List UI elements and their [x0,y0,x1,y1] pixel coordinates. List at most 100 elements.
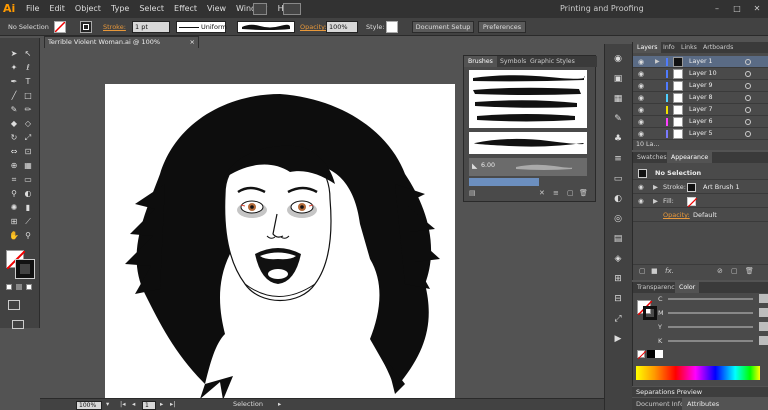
gradient-tool-icon[interactable]: ▭ [22,174,34,186]
eye-icon[interactable]: ◉ [638,56,644,68]
appearance-stroke-row[interactable]: ◉ ▶ Stroke: Art Brush 1 [633,180,768,194]
hand-tool-icon[interactable]: ✋ [8,230,20,242]
eye-icon[interactable]: ◉ [638,180,644,194]
add-effect-icon[interactable]: fx. [665,267,674,275]
color-channel-m[interactable]: M [658,308,768,318]
expand-icon[interactable]: ▶ [653,194,658,208]
bristle-brush-row[interactable]: ◣ 6.00 [469,158,587,176]
color-channel-y[interactable]: Y [658,322,768,332]
symbol-sprayer-tool-icon[interactable]: ✺ [8,202,20,214]
layer-row[interactable]: ◉ Layer 5 [633,128,768,140]
layer-row[interactable]: ◉ Layer 10 [633,68,768,80]
stroke-color-box[interactable] [15,259,35,279]
drawing-mode-icon[interactable] [8,300,20,310]
tab-brushes[interactable]: Brushes [464,56,497,67]
screen-mode-icon[interactable] [12,320,24,329]
stroke-color-swatch[interactable] [687,183,696,192]
white-swatch-button[interactable] [655,350,663,358]
menu-effect[interactable]: Effect [174,0,197,18]
graphic-style-swatch[interactable] [386,21,398,33]
brush-definition[interactable] [237,21,295,33]
tab-attributes[interactable]: Attributes [687,398,719,410]
rotate-tool-icon[interactable]: ↻ [8,132,20,144]
play-action-icon[interactable]: ▶ [609,332,627,346]
clear-appearance-icon[interactable]: ⊘ [717,267,723,275]
shape-builder-tool-icon[interactable]: ⊕ [8,160,20,172]
eraser-tool-icon[interactable]: ◇ [22,118,34,130]
appearance-stroke-value[interactable]: Art Brush 1 [703,180,740,194]
graphic-styles-icon[interactable]: ▤ [609,232,627,246]
none-swatch-button[interactable] [637,350,647,360]
duplicate-item-icon[interactable]: ▢ [731,267,738,275]
brushes-icon[interactable]: ✎ [609,112,627,126]
layer-row[interactable]: ◉ Layer 7 [633,104,768,116]
new-brush-icon[interactable]: ▢ [567,189,574,197]
color-icon[interactable]: ▣ [609,72,627,86]
minimize-button[interactable]: – [712,4,722,14]
add-fill-icon[interactable]: ■ [651,267,658,275]
gradient-mode-button[interactable] [16,284,22,290]
scale-tool-icon[interactable]: ⤢ [22,132,34,144]
opacity-field[interactable]: 100% [326,21,358,33]
free-transform-tool-icon[interactable]: ⊡ [22,146,34,158]
target-icon[interactable] [745,95,751,101]
expand-icon[interactable]: ▶ [655,56,660,68]
maximize-button[interactable]: □ [732,4,742,14]
expand-icon[interactable]: ▶ [653,180,658,194]
first-artboard-icon[interactable]: |◂ [120,400,125,408]
stroke-icon[interactable]: ≡ [609,152,627,166]
next-artboard-icon[interactable]: ▸ [160,400,163,408]
layer-row[interactable]: ◉ Layer 8 [633,92,768,104]
zoom-tool-icon[interactable]: ⚲ [22,230,34,242]
menu-select[interactable]: Select [139,0,164,18]
brush-library-list[interactable] [469,70,587,128]
add-stroke-icon[interactable]: ▢ [639,267,646,275]
color-guide-icon[interactable]: ◉ [609,52,627,66]
appearance-icon[interactable]: ◎ [609,212,627,226]
paintbrush-tool-icon[interactable]: ✎ [8,104,20,116]
target-icon[interactable] [745,119,751,125]
pencil-tool-icon[interactable]: ✏ [22,104,34,116]
column-graph-tool-icon[interactable]: ▮ [22,202,34,214]
document-tab-close[interactable]: × [190,37,195,48]
artboard-number-field[interactable]: 1 [142,401,156,410]
artboards-icon[interactable]: ⊞ [609,272,627,286]
direct-selection-tool-icon[interactable]: ↖ [22,48,34,60]
c-slider[interactable] [668,298,753,300]
eye-icon[interactable]: ◉ [638,68,644,80]
tab-appearance[interactable]: Appearance [667,152,713,163]
bridge-button[interactable] [253,3,267,15]
eye-icon[interactable]: ◉ [638,194,644,208]
rectangle-tool-icon[interactable]: □ [22,90,34,102]
line-tool-icon[interactable]: ╱ [8,90,20,102]
m-slider[interactable] [668,312,753,314]
target-icon[interactable] [745,83,751,89]
appearance-opacity-row[interactable]: Opacity: Default [633,208,768,222]
tab-info[interactable]: Info [659,42,679,53]
type-tool-icon[interactable]: T [22,76,34,88]
target-icon[interactable] [745,59,751,65]
layer-row[interactable]: ◉ Layer 6 [633,116,768,128]
color-stroke-box[interactable] [643,306,657,320]
swatches-icon[interactable]: ▦ [609,92,627,106]
perspective-grid-tool-icon[interactable]: ▦ [22,160,34,172]
workspace-switcher[interactable]: Printing and Proofing [560,0,644,18]
stroke-label[interactable]: Stroke: [103,18,126,36]
transparency-icon[interactable]: ◐ [609,192,627,206]
k-slider[interactable] [668,340,753,342]
eyedropper-tool-icon[interactable]: ⚲ [8,188,20,200]
delete-item-icon[interactable]: 🗑 [745,267,754,275]
menu-view[interactable]: View [207,0,226,18]
pen-tool-icon[interactable]: ✒ [8,76,20,88]
layer-row[interactable]: ◉ ▶ Layer 1 [633,56,768,68]
mesh-tool-icon[interactable]: ⌗ [8,174,20,186]
gradient-icon[interactable]: ▭ [609,172,627,186]
arrange-documents-button[interactable] [283,3,301,15]
pattern-brush-row[interactable] [469,178,539,186]
y-slider[interactable] [668,326,753,328]
blend-tool-icon[interactable]: ◐ [22,188,34,200]
color-mode-button[interactable] [6,284,12,290]
menu-edit[interactable]: Edit [49,0,65,18]
align-icon[interactable]: ⊟ [609,292,627,306]
y-value-field[interactable] [759,322,768,331]
